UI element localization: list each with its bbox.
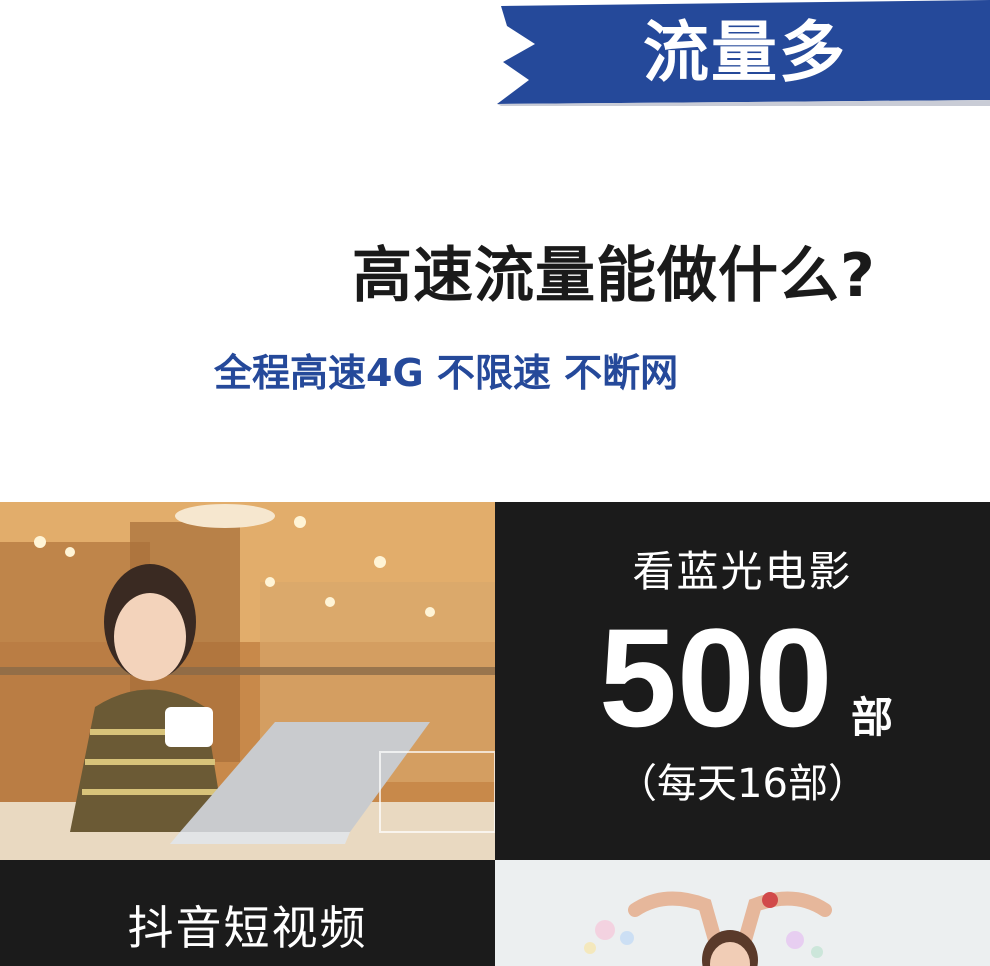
section-headline: 高速流量能做什么?: [352, 241, 876, 311]
movies-label: 看蓝光电影: [632, 547, 853, 596]
cafe-laptop-photo: [0, 502, 495, 860]
section-subheadline: 全程高速4G 不限速 不断网: [214, 351, 679, 395]
dancer-photo: [495, 860, 990, 966]
douyin-panel: 抖音短视频: [0, 860, 495, 966]
movies-count: 500: [599, 599, 833, 756]
douyin-label: 抖音短视频: [127, 901, 368, 955]
movies-note: （每天16部）: [617, 761, 868, 807]
title-banner: 流量多: [493, 0, 990, 106]
movies-unit: 部: [851, 693, 894, 742]
banner-title: 流量多: [643, 14, 847, 91]
movies-panel: 看蓝光电影 500 部 （每天16部）: [495, 502, 990, 860]
